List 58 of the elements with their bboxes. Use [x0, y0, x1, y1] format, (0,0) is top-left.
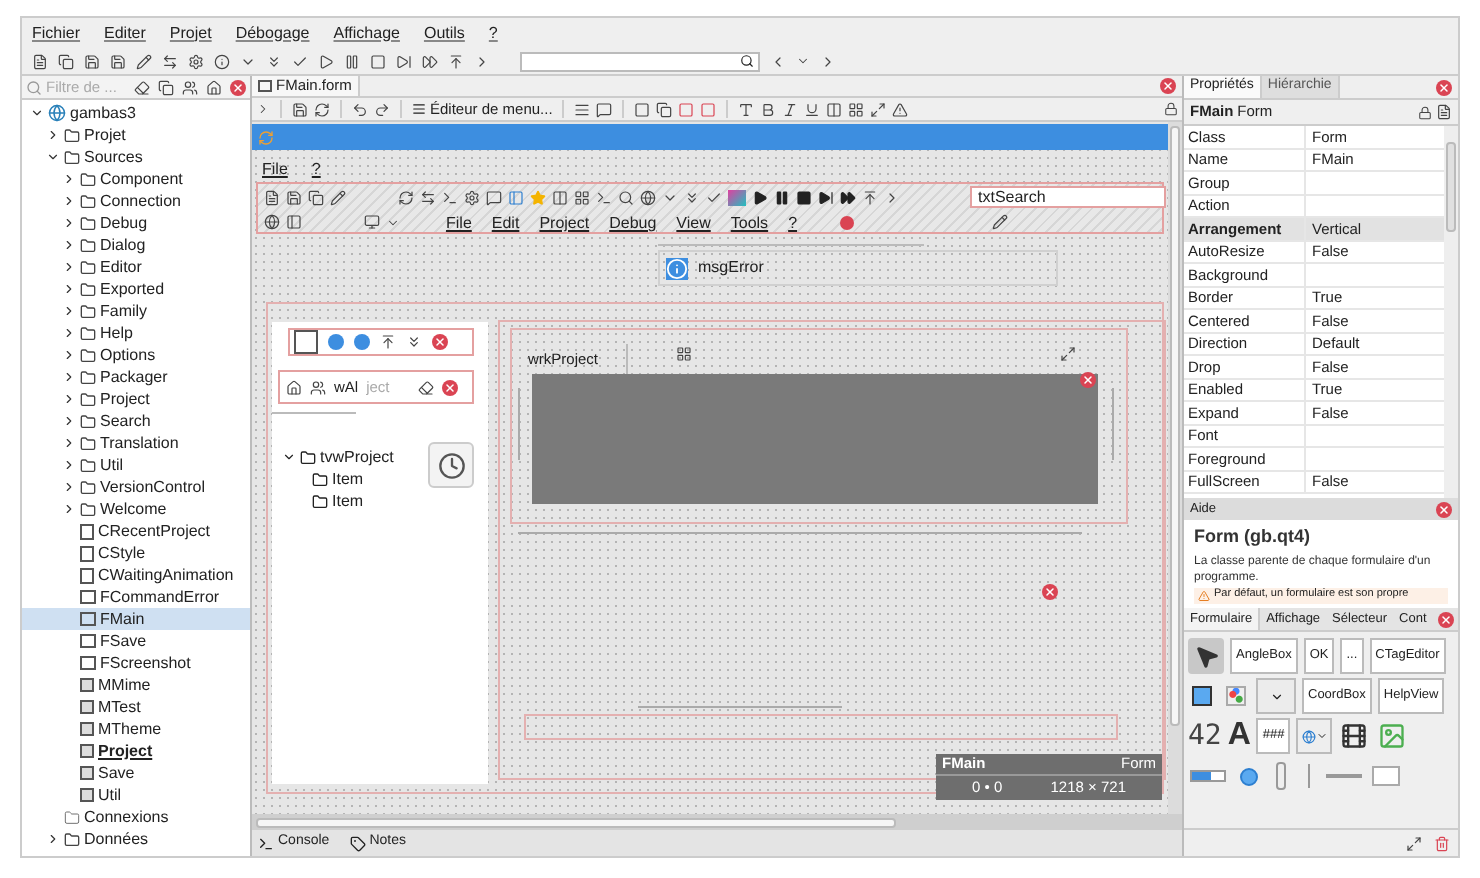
- menu-item[interactable]: Edit: [491, 212, 520, 236]
- tree-item[interactable]: Util: [22, 784, 250, 806]
- lcd-number-tool[interactable]: 42: [1188, 718, 1222, 754]
- tree-item[interactable]: Connexions: [22, 806, 250, 828]
- menu-item[interactable]: ?: [488, 21, 498, 45]
- tree-item[interactable]: Packager: [22, 366, 250, 388]
- tree-item[interactable]: Translation: [22, 432, 250, 454]
- tree-item[interactable]: Dialog: [22, 234, 250, 256]
- menu-item[interactable]: Affichage: [333, 21, 400, 45]
- tree-item[interactable]: Welcome: [22, 498, 250, 520]
- tree-item[interactable]: tvwProject: [282, 446, 394, 468]
- tree-item[interactable]: FCommandError: [22, 586, 250, 608]
- menu-item[interactable]: File: [262, 158, 288, 182]
- tree-item[interactable]: MTheme: [22, 718, 250, 740]
- menu-item[interactable]: Projet: [169, 21, 212, 45]
- tree-item[interactable]: MMime: [22, 674, 250, 696]
- search-field[interactable]: txtSearch: [970, 186, 1166, 208]
- tree-item[interactable]: Search: [22, 410, 250, 432]
- tree-item[interactable]: Project: [22, 388, 250, 410]
- tree-item[interactable]: Component: [22, 168, 250, 190]
- tree-item[interactable]: Family: [22, 300, 250, 322]
- tree-item[interactable]: Données: [22, 828, 250, 850]
- tree-item[interactable]: Sources: [22, 146, 250, 168]
- menu-item[interactable]: ?: [788, 212, 798, 236]
- tree-item[interactable]: VersionControl: [22, 476, 250, 498]
- menu-item[interactable]: Editer: [104, 21, 146, 45]
- menu-item[interactable]: Débogage: [235, 21, 310, 45]
- tree-item[interactable]: Item: [282, 490, 394, 512]
- tree-item[interactable]: Debug: [22, 212, 250, 234]
- tree-item[interactable]: CWaitingAnimation: [22, 564, 250, 586]
- tree-item[interactable]: CStyle: [22, 542, 250, 564]
- tree-item[interactable]: Connection: [22, 190, 250, 212]
- menu-item[interactable]: Fichier: [32, 21, 81, 45]
- label-tool[interactable]: A: [1227, 718, 1251, 754]
- tree-item[interactable]: Exported: [22, 278, 250, 300]
- tree-item[interactable]: Options: [22, 344, 250, 366]
- help-heading: Form (gb.qt4): [1194, 524, 1312, 550]
- tree-item[interactable]: CRecentProject: [22, 520, 250, 542]
- tree-item[interactable]: Projet: [22, 124, 250, 146]
- tree-item[interactable]: Util: [22, 454, 250, 476]
- menu-item[interactable]: Debug: [609, 212, 657, 236]
- tree-item[interactable]: FSave: [22, 630, 250, 652]
- menu-item[interactable]: File: [446, 212, 472, 236]
- tree-item[interactable]: MTest: [22, 696, 250, 718]
- tree-item[interactable]: Project: [22, 740, 250, 762]
- tree-item[interactable]: FScreenshot: [22, 652, 250, 674]
- tree-item[interactable]: Save: [22, 762, 250, 784]
- menu-item[interactable]: View: [676, 212, 711, 236]
- tree-item[interactable]: Editor: [22, 256, 250, 278]
- message-label: msgError: [698, 256, 764, 280]
- tree-item[interactable]: gambas3: [22, 102, 250, 124]
- menu-item[interactable]: ?: [311, 158, 321, 182]
- menu-item[interactable]: Project: [539, 212, 590, 236]
- menu-item[interactable]: Tools: [730, 212, 769, 236]
- tree-item[interactable]: Help: [22, 322, 250, 344]
- menu-item[interactable]: Outils: [423, 21, 465, 45]
- tree-item[interactable]: Item: [282, 468, 394, 490]
- tree-item[interactable]: FMain: [22, 608, 250, 630]
